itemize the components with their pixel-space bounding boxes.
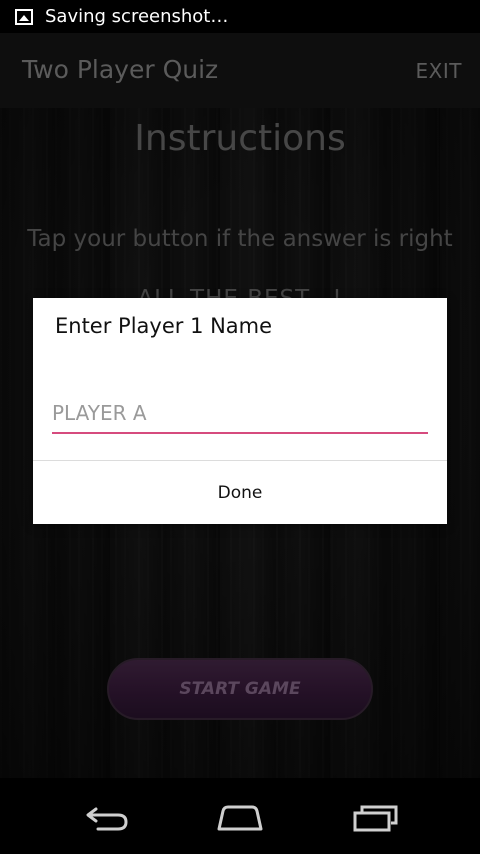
player-name-dialog: Enter Player 1 Name Done [33,298,447,524]
navigation-bar [0,778,480,854]
status-bar: Saving screenshot… [0,0,480,33]
done-button[interactable]: Done [33,461,447,524]
screen: Saving screenshot… Two Player Quiz EXIT … [0,0,480,854]
player-name-input[interactable] [52,398,428,434]
recents-icon [353,805,398,832]
recents-button[interactable] [345,802,405,834]
dialog-title: Enter Player 1 Name [55,314,273,338]
image-icon [15,8,33,25]
status-text: Saving screenshot… [45,6,229,27]
back-icon [86,807,128,831]
home-icon [217,805,263,831]
back-button[interactable] [77,802,137,834]
home-button[interactable] [210,802,270,834]
